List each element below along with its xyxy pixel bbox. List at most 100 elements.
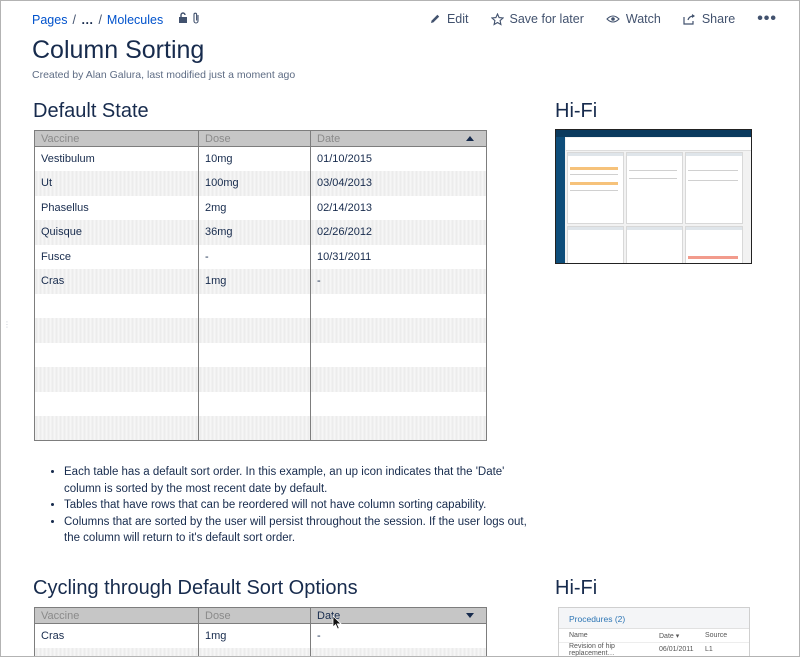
section-heading-hifi-2: Hi-Fi [555, 577, 598, 599]
column-header-dose[interactable]: Dose [198, 607, 311, 624]
sort-down-icon[interactable] [466, 613, 474, 618]
thumb-panel [567, 226, 624, 263]
table-cell [198, 342, 311, 367]
table-row[interactable]: Phasellus 2mg 02/14/2013 [34, 195, 487, 220]
table-cell [310, 318, 487, 343]
confluence-page: Pages / … / Molecules Edit Save for late… [0, 0, 800, 657]
edit-button[interactable]: Edit [429, 12, 469, 26]
column-header-vaccine[interactable]: Vaccine [34, 130, 199, 147]
thumb-cell: 06/01/2011 [659, 646, 694, 653]
breadcrumb: Pages / … / Molecules [32, 12, 200, 27]
table-row[interactable]: Cras 1mg - [34, 623, 487, 648]
edit-label: Edit [446, 12, 469, 26]
more-actions-icon[interactable]: ••• [757, 10, 777, 28]
table-row[interactable] [34, 416, 487, 441]
thumb-table-row: Revision of hip replacement… 06/01/2011 … [559, 643, 749, 657]
table-row[interactable]: Ut 100mg 03/04/2013 [34, 171, 487, 196]
drag-handle-icon[interactable]: ⋮ [3, 321, 11, 329]
thumb-sidebar [556, 137, 565, 263]
table-cell: - [310, 269, 487, 294]
hifi-thumbnail-default[interactable] [555, 129, 752, 264]
table-row[interactable] [34, 293, 487, 318]
star-icon [490, 12, 504, 26]
table-cell: 02/14/2013 [310, 195, 487, 220]
column-header-date-label: Date [317, 132, 341, 145]
thumb-panel [567, 152, 624, 224]
table-cell: Vestibulum [34, 146, 199, 171]
table-header-row: Vaccine Dose Date [34, 130, 487, 147]
table-cell [198, 648, 311, 656]
table-cell: 02/26/2012 [310, 220, 487, 245]
table-cell: - [198, 244, 311, 269]
table-row[interactable] [34, 318, 487, 343]
table-row[interactable]: Cras 1mg - [34, 269, 487, 294]
page-title: Column Sorting [32, 36, 205, 64]
table-row[interactable] [34, 648, 487, 656]
table-cell: Quisque [34, 220, 199, 245]
table-header-row: Vaccine Dose Date [34, 607, 487, 624]
thumb-panel-title: Procedures (2) [559, 608, 749, 629]
share-button[interactable]: Share [683, 12, 735, 26]
unlock-icon[interactable] [178, 12, 188, 27]
table-cell [198, 318, 311, 343]
eye-icon [606, 14, 620, 24]
notes-list: Each table has a default sort order. In … [50, 464, 530, 547]
table-cell: Ut [34, 171, 199, 196]
column-header-dose[interactable]: Dose [198, 130, 311, 147]
default-state-table: Vaccine Dose Date Vestibulum 10mg 01/10/20… [34, 130, 487, 441]
column-header-date[interactable]: Date [310, 130, 487, 147]
thumb-panel [626, 226, 683, 263]
table-cell [310, 416, 487, 441]
table-cell [310, 342, 487, 367]
breadcrumb-pages-link[interactable]: Pages [32, 13, 67, 27]
breadcrumb-separator: / [72, 12, 76, 27]
table-cell: 01/10/2015 [310, 146, 487, 171]
thumb-topbar [556, 130, 751, 137]
column-header-vaccine[interactable]: Vaccine [34, 607, 199, 624]
sort-up-icon[interactable] [466, 136, 474, 141]
table-cell [310, 293, 487, 318]
watch-button[interactable]: Watch [606, 12, 661, 26]
pencil-icon [429, 13, 441, 25]
breadcrumb-icons [178, 12, 200, 27]
table-row[interactable] [34, 367, 487, 392]
save-for-later-button[interactable]: Save for later [490, 12, 584, 26]
table-row[interactable] [34, 391, 487, 416]
table-cell: 1mg [198, 269, 311, 294]
table-cell [198, 367, 311, 392]
table-cell [34, 416, 199, 441]
table-cell [310, 648, 487, 656]
table-row[interactable] [34, 342, 487, 367]
attachment-icon[interactable] [192, 12, 200, 27]
table-cell [34, 367, 199, 392]
thumb-line [688, 170, 738, 171]
breadcrumb-ellipsis-link[interactable]: … [81, 13, 94, 27]
hifi-thumbnail-procedures[interactable]: Procedures (2) Name Date ▾ Source Revisi… [558, 607, 750, 657]
table-cell [198, 293, 311, 318]
thumb-highlight [570, 182, 618, 185]
table-row[interactable]: Vestibulum 10mg 01/10/2015 [34, 146, 487, 171]
table-row[interactable]: Fusce -10/31/2011 [34, 244, 487, 269]
table-cell: Fusce [34, 244, 199, 269]
section-heading-default-state: Default State [33, 100, 149, 122]
table-row[interactable]: Quisque 36mg 02/26/2012 [34, 220, 487, 245]
table-cell: Cras [34, 623, 199, 648]
page-actions: Edit Save for later Watch Share ••• [429, 10, 777, 28]
table-cell: 2mg [198, 195, 311, 220]
table-cell [34, 342, 199, 367]
breadcrumb-molecules-link[interactable]: Molecules [107, 13, 163, 27]
table-cell [310, 391, 487, 416]
thumb-cell: L1 [705, 646, 713, 653]
watch-label: Watch [625, 12, 661, 26]
breadcrumb-separator: / [98, 12, 102, 27]
table-cell [34, 648, 199, 656]
thumb-header-row: Name Date ▾ Source [559, 629, 749, 643]
thumb-header [566, 138, 751, 151]
section-heading-cycling: Cycling through Default Sort Options [33, 577, 358, 599]
share-icon [683, 13, 696, 25]
thumb-line [570, 174, 618, 175]
table-cell: 03/04/2013 [310, 171, 487, 196]
table-cell: Phasellus [34, 195, 199, 220]
table-cell [310, 367, 487, 392]
list-item: Each table has a default sort order. In … [64, 464, 530, 497]
